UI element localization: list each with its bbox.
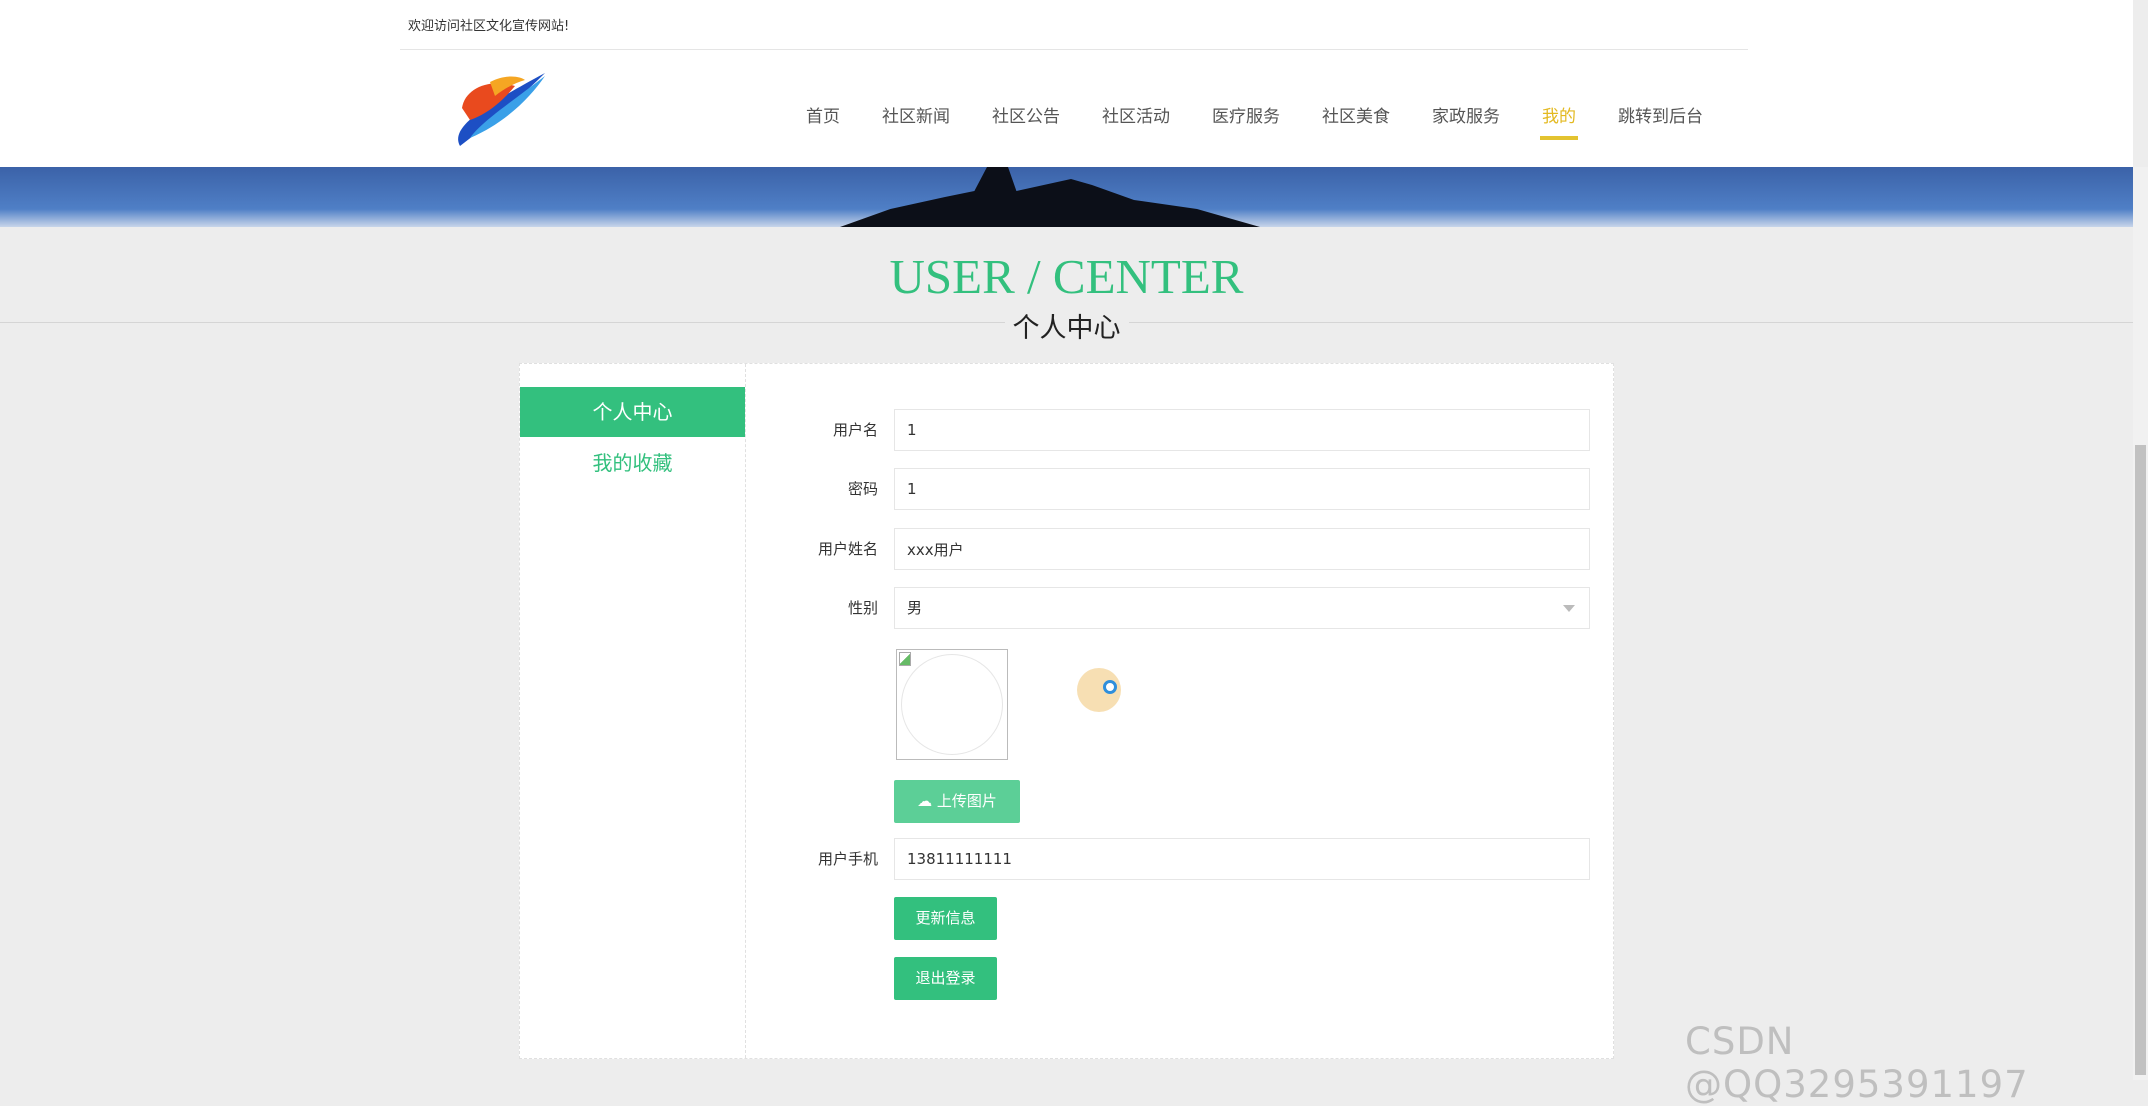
scrollbar-thumb[interactable]: [2135, 445, 2146, 1075]
banner-tree-silhouette: [840, 167, 1260, 227]
nav-admin[interactable]: 跳转到后台: [1602, 100, 1719, 140]
loading-cursor-icon: [1103, 680, 1117, 694]
header-divider: [400, 49, 1748, 50]
nav-notice[interactable]: 社区公告: [976, 100, 1076, 140]
username-row: 用户名: [520, 409, 1615, 451]
gender-row: 性别 男: [520, 587, 1615, 629]
site-logo[interactable]: [450, 68, 550, 150]
phone-row: 用户手机: [520, 838, 1615, 880]
gender-select[interactable]: 男: [894, 587, 1590, 629]
cloud-upload-icon: ☁: [917, 792, 933, 810]
user-center-panel: 个人中心 我的收藏 用户名 密码 用户姓名 性别 男 ☁ 上传图片 用户手机 更…: [519, 363, 1614, 1059]
nav-food[interactable]: 社区美食: [1306, 100, 1406, 140]
update-info-button[interactable]: 更新信息: [894, 897, 997, 940]
nav-activity[interactable]: 社区活动: [1086, 100, 1186, 140]
welcome-text: 欢迎访问社区文化宣传网站!: [408, 19, 570, 34]
mouse-cursor-highlight: [1077, 668, 1121, 712]
site-header: 欢迎访问社区文化宣传网站! 首页 社区新闻 社区公告 社区活动 医疗服务 社区美…: [0, 0, 2133, 167]
name-label: 用户姓名: [817, 540, 878, 558]
username-input[interactable]: [894, 409, 1590, 451]
broken-image-icon: [899, 652, 911, 666]
page-title-en: USER / CENTER: [889, 249, 1244, 304]
nav-news[interactable]: 社区新闻: [866, 100, 966, 140]
upload-image-button[interactable]: ☁ 上传图片: [894, 780, 1020, 823]
chevron-down-icon: [1563, 605, 1575, 618]
name-row: 用户姓名: [520, 528, 1615, 570]
name-input[interactable]: [894, 528, 1590, 570]
username-label: 用户名: [832, 421, 878, 439]
password-label: 密码: [847, 480, 878, 498]
password-input[interactable]: [894, 468, 1590, 510]
gender-value: 男: [907, 599, 923, 617]
avatar-image: [896, 649, 1008, 760]
password-row: 密码: [520, 468, 1615, 510]
nav-home[interactable]: 首页: [790, 100, 856, 140]
phone-input[interactable]: [894, 838, 1590, 880]
main-nav: 首页 社区新闻 社区公告 社区活动 医疗服务 社区美食 家政服务 我的 跳转到后…: [790, 100, 1729, 140]
scrollbar[interactable]: [2133, 167, 2148, 1080]
gender-label: 性别: [847, 599, 878, 617]
page-title-cn: 个人中心: [1004, 313, 1129, 344]
avatar-circle: [901, 654, 1003, 755]
page-title-wrap: 个人中心: [0, 306, 2133, 345]
nav-housekeeping[interactable]: 家政服务: [1416, 100, 1516, 140]
phone-label: 用户手机: [817, 850, 878, 868]
banner-image: [0, 167, 2133, 227]
logout-button[interactable]: 退出登录: [894, 957, 997, 1000]
nav-mine[interactable]: 我的: [1526, 100, 1592, 140]
nav-medical[interactable]: 医疗服务: [1196, 100, 1296, 140]
watermark: CSDN @QQ3295391197: [1685, 1020, 2029, 1106]
upload-image-label: 上传图片: [936, 792, 997, 810]
